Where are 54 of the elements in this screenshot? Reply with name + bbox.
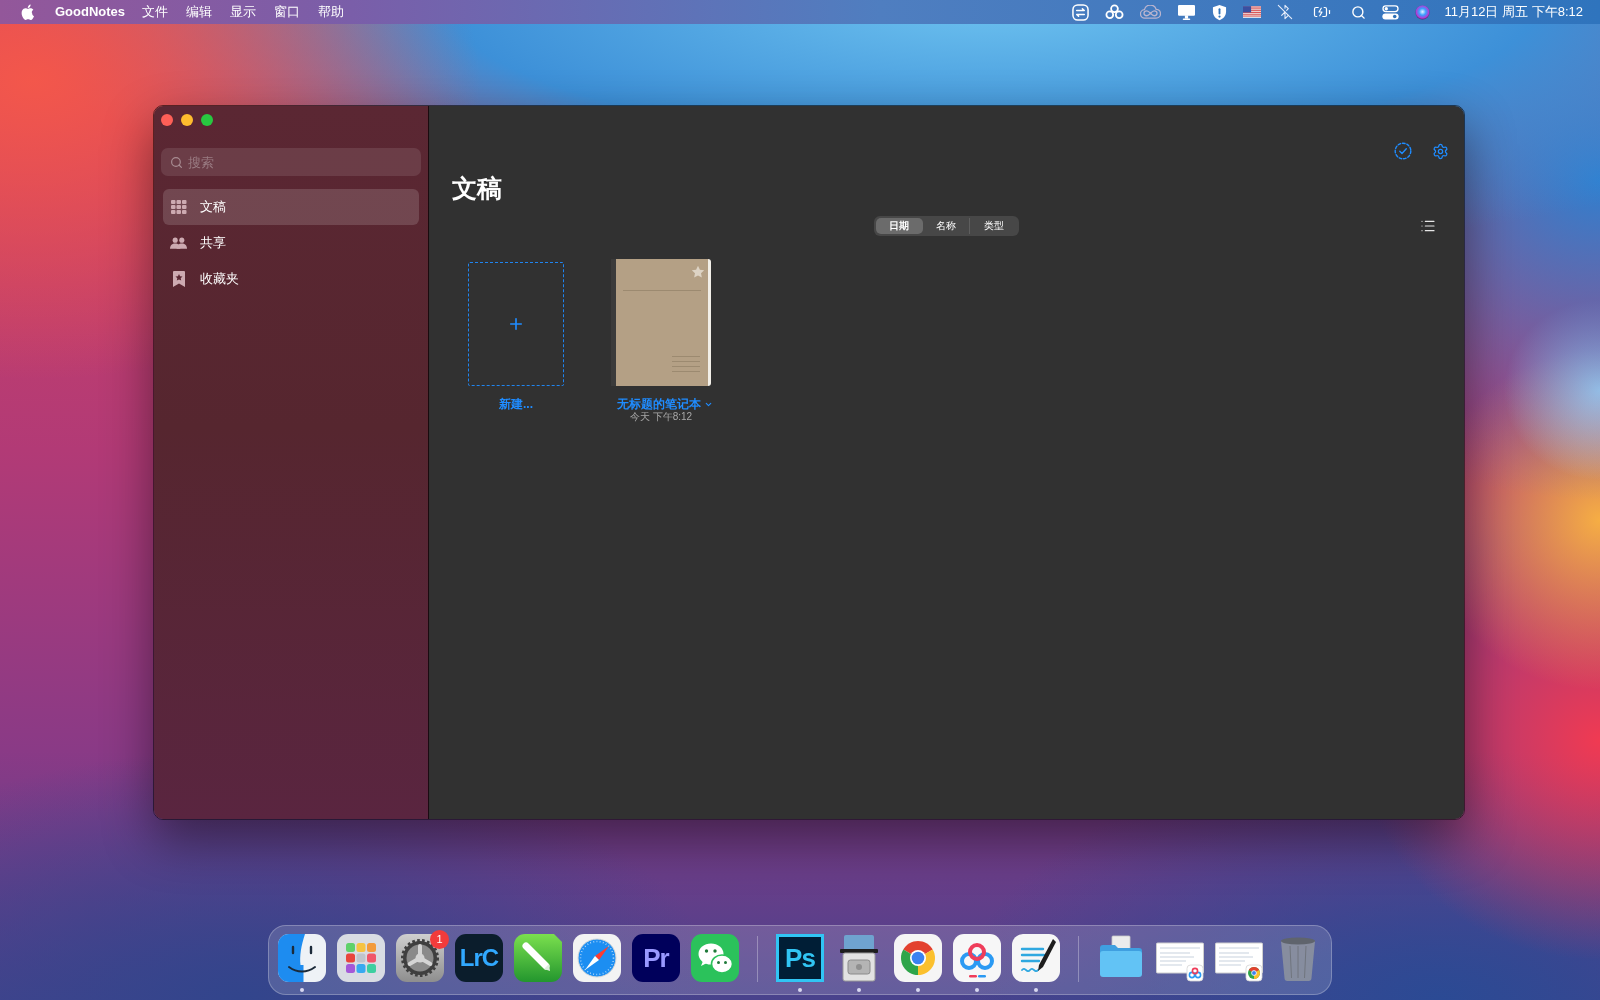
chat-bubbles-app-icon[interactable] xyxy=(691,934,739,982)
sidebar-item[interactable]: 共享 xyxy=(163,225,419,261)
menu-bar-clock[interactable]: 11月12日 周五 下午8:12 xyxy=(1444,2,1583,22)
close-button[interactable] xyxy=(161,114,173,126)
grid-icon xyxy=(170,200,187,214)
three-rings-icon[interactable] xyxy=(1104,4,1124,20)
dock-app-button[interactable]: Ps xyxy=(776,934,824,982)
list-view-icon[interactable] xyxy=(1420,218,1436,234)
linked-rings-app-icon[interactable] xyxy=(953,934,1001,982)
monitor-icon[interactable] xyxy=(1176,3,1196,21)
sort-tab[interactable]: 名称 xyxy=(922,218,970,234)
page-title: 文稿 xyxy=(451,173,503,204)
people-icon xyxy=(170,237,187,249)
zoom-button[interactable] xyxy=(201,114,213,126)
new-document-label[interactable]: 新建... xyxy=(499,397,533,411)
gear-app-icon[interactable] xyxy=(396,934,444,982)
star-icon[interactable] xyxy=(691,265,705,279)
sort-tab[interactable]: 类型 xyxy=(969,218,1017,234)
sidebar-item[interactable]: 收藏夹 xyxy=(163,261,419,297)
menu-item[interactable]: 文件 xyxy=(142,2,169,22)
menu-item[interactable]: 帮助 xyxy=(318,2,345,22)
app-menu[interactable]: GoodNotes xyxy=(55,2,126,22)
color-wheel-app-icon[interactable] xyxy=(894,934,942,982)
bookmark-star-icon xyxy=(172,271,185,287)
modified-date: 今天 下午8:12 xyxy=(629,411,693,423)
dock-app-button[interactable]: Pr xyxy=(632,934,680,982)
bluetooth-off-icon[interactable] xyxy=(1276,4,1293,20)
pencil-app-icon[interactable] xyxy=(514,934,562,982)
shield-exclamation-icon[interactable] xyxy=(1211,3,1227,21)
toggles-icon[interactable] xyxy=(1381,4,1399,20)
sort-tab[interactable]: 日期 xyxy=(876,218,923,234)
notebook-title[interactable]: 无标题的笔记本 xyxy=(617,397,701,411)
siri-orb-icon[interactable] xyxy=(1414,4,1430,20)
menu-item[interactable]: 编辑 xyxy=(186,2,213,22)
sidebar-item[interactable]: 文稿 xyxy=(163,189,419,225)
search-icon[interactable] xyxy=(1350,4,1366,20)
flag-icon[interactable] xyxy=(1242,6,1261,18)
arrows-square-icon[interactable] xyxy=(1071,3,1089,21)
search-icon xyxy=(170,155,183,169)
plus-icon xyxy=(507,315,525,333)
minimize-button[interactable] xyxy=(181,114,193,126)
notebook-cover[interactable] xyxy=(611,259,711,386)
dashed-check-circle-icon[interactable] xyxy=(1394,142,1412,160)
smiling-face-app-icon[interactable] xyxy=(278,934,326,982)
apple-logo-icon[interactable] xyxy=(21,4,34,20)
menu-item[interactable]: 窗口 xyxy=(274,2,301,22)
pen-notes-app-icon[interactable] xyxy=(1012,934,1060,982)
settings-icon[interactable] xyxy=(1432,142,1449,160)
notification-badge: 1 xyxy=(430,930,449,949)
menu-item[interactable]: 显示 xyxy=(230,2,257,22)
app-grid-icon[interactable] xyxy=(337,934,385,982)
compass-app-icon[interactable] xyxy=(573,934,621,982)
new-document-button[interactable] xyxy=(468,262,564,386)
dock-app-button[interactable]: LrC xyxy=(455,934,503,982)
